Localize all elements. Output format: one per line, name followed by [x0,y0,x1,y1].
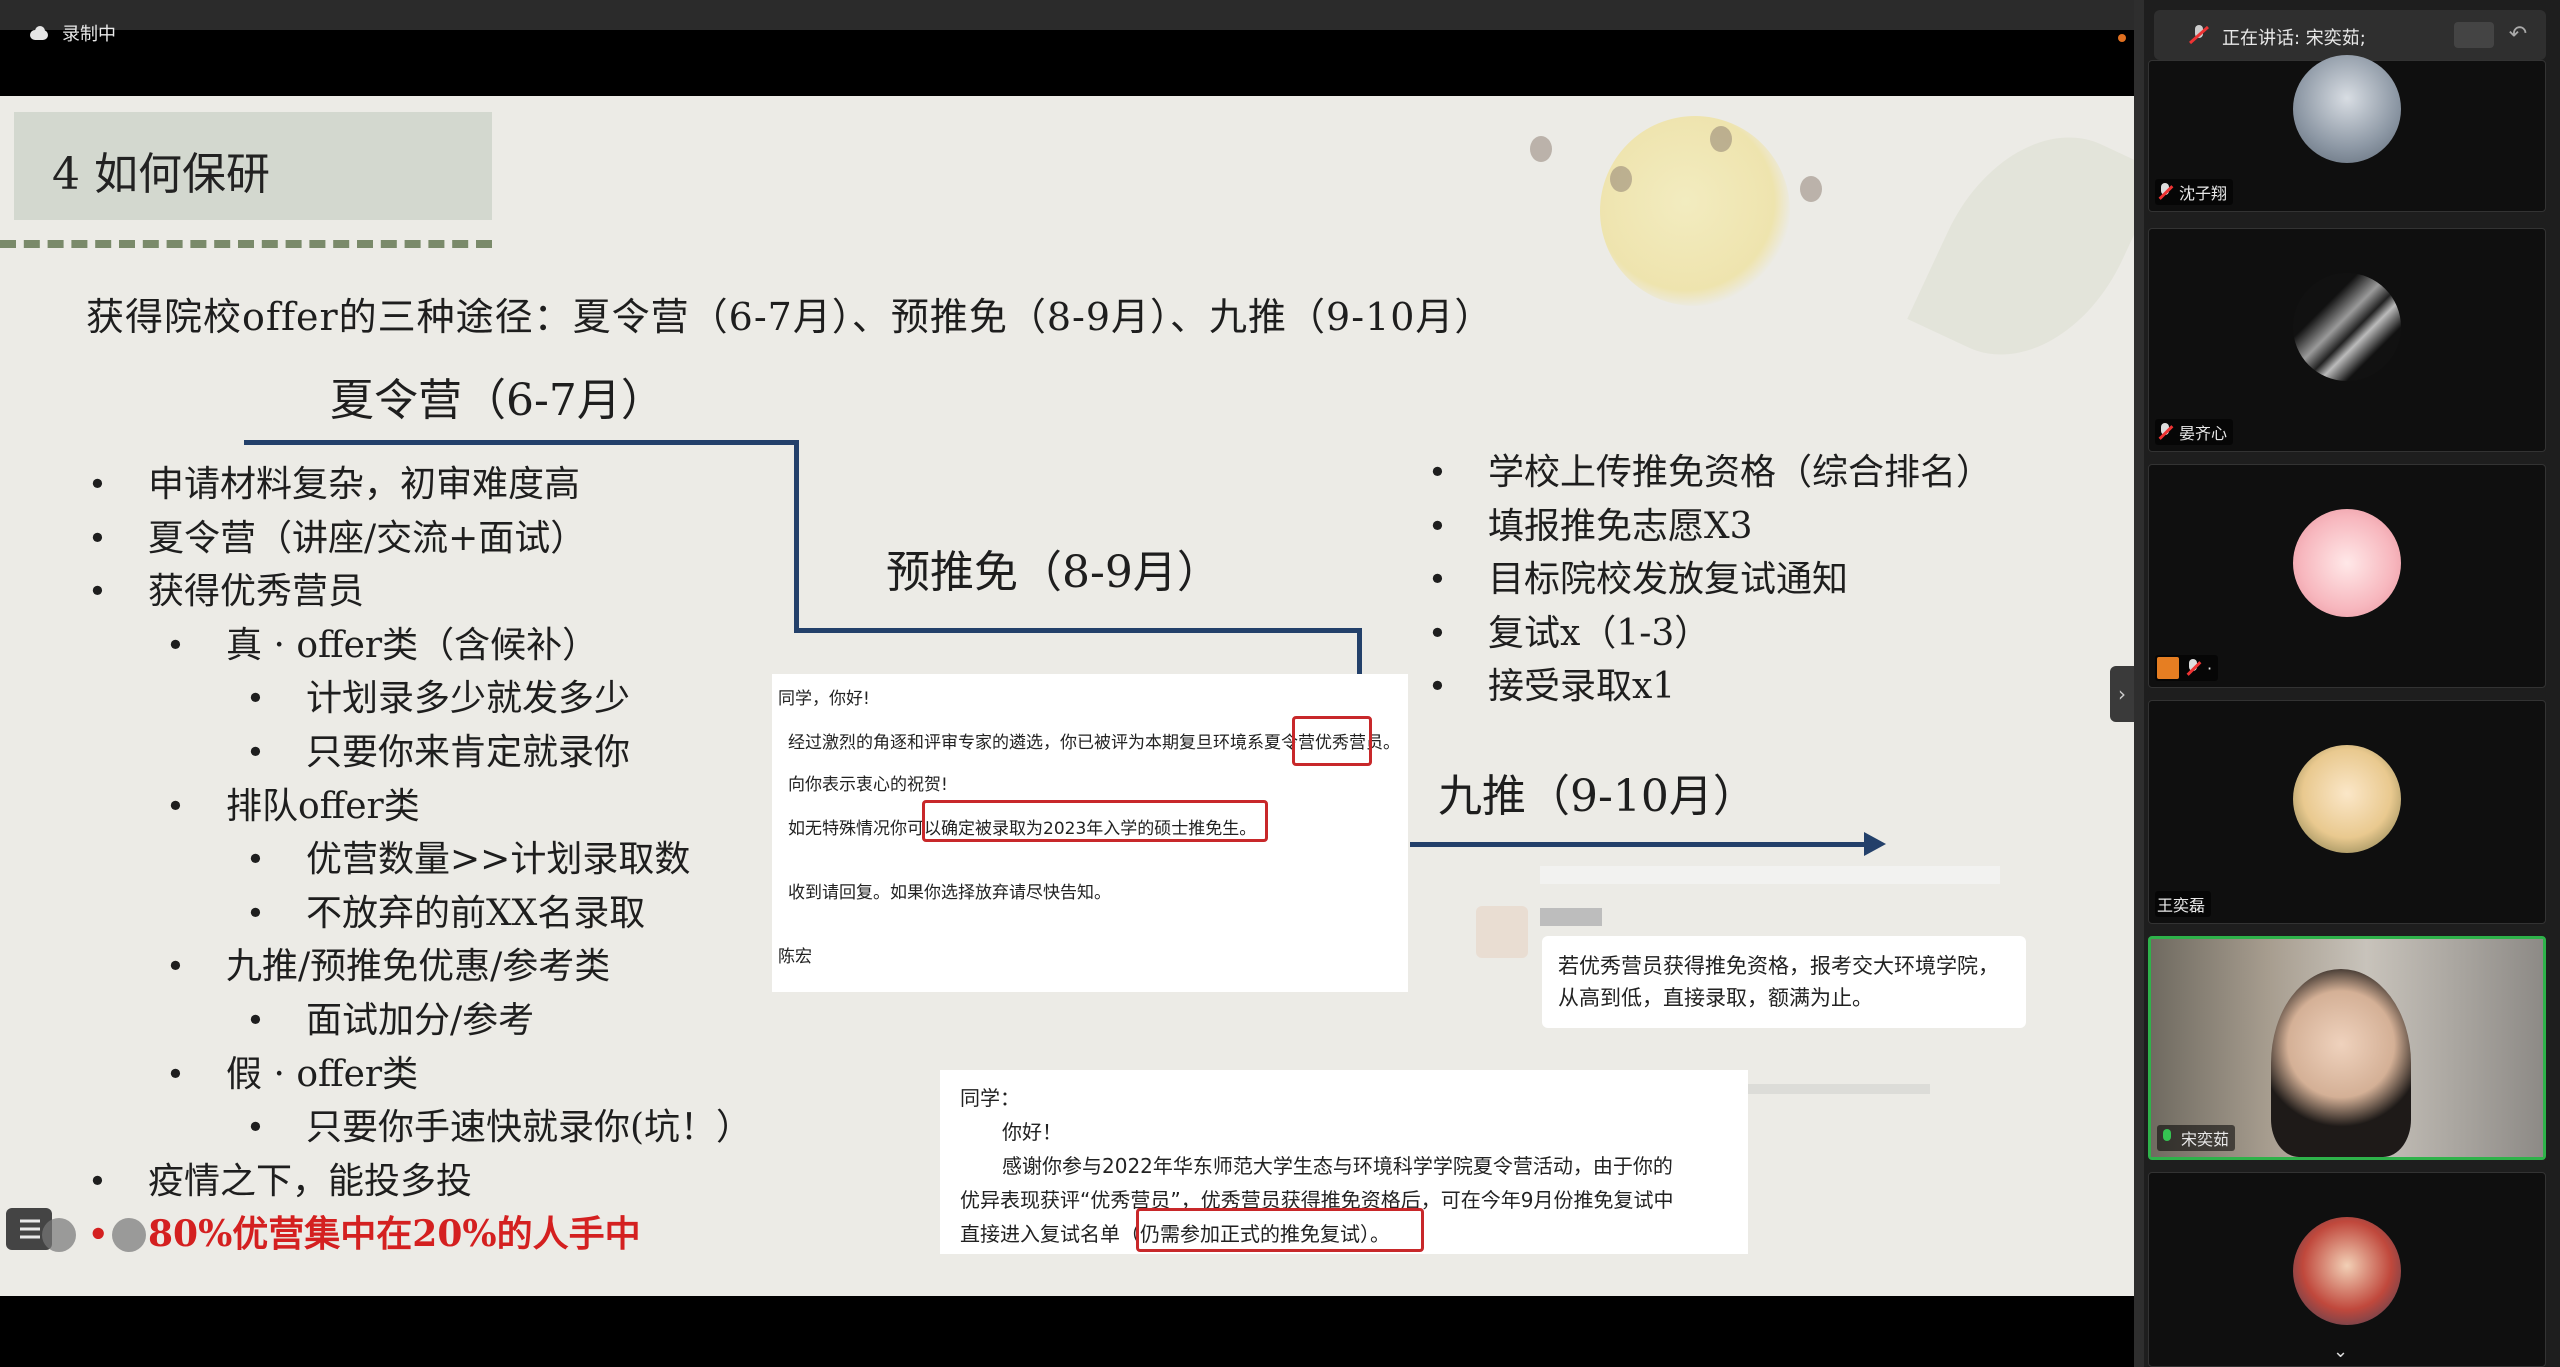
speaking-indicator: 正在讲话: 宋奕茹; ↶ [2154,10,2546,60]
participant-tile[interactable]: 晏齐心 [2148,228,2546,452]
user-icon [2157,657,2179,679]
slide-headline: 获得院校offer的三种途径：夏令营（6-7月）、预推免（8-9月）、九推（9-… [86,295,1494,339]
muted-mic-icon [2185,659,2201,677]
avatar [2293,273,2401,381]
list-item: 获得优秀营员 [88,565,752,619]
pre-exemption-title: 预推免（8-9月） [886,547,1221,598]
participant-tile[interactable]: 王奕磊 [2148,700,2546,924]
participant-name-tag: 宋奕茹 [2157,1125,2236,1151]
highlight-box [1136,1208,1424,1252]
highlight-list-item: 80%优营集中在20%的人手中 [88,1208,752,1262]
list-item: 学校上传推免资格（综合排名） [1428,446,1992,500]
speaking-label: 正在讲话: 宋奕茹; [2222,28,2366,49]
title-dash-divider [0,240,492,248]
participant-tile[interactable]: · [2148,464,2546,688]
muted-mic-icon [2189,25,2209,45]
next-slide-button[interactable] [112,1218,146,1252]
speaker-face [2271,969,2411,1157]
recording-label: 录制中 [62,24,116,45]
avatar [2293,55,2401,163]
nine-exemption-list: 学校上传推免资格（综合排名） 填报推免志愿X3 目标院校发放复试通知 复试x（1… [1428,446,1992,714]
avatar [1476,906,1528,958]
highlight-box [1292,716,1372,766]
highlight-box [922,800,1268,842]
letter-line: 感谢你参与2022年华东师范大学生态与环境科学学院夏令营活动，由于你的 [1002,1154,1673,1178]
clove-decoration [1500,126,1880,206]
prev-slide-button[interactable] [42,1218,76,1252]
avatar [2293,509,2401,617]
list-item: 疫情之下，能投多投 [88,1155,752,1209]
hand-icon[interactable] [2454,22,2494,48]
top-bar: 录制中 [0,0,2134,96]
recording-strip [0,0,2134,30]
letter-line: 收到请回复。如果你选择放弃请尽快告知。 [788,883,1111,903]
summer-camp-title: 夏令营（6-7月） [330,375,665,426]
participant-name-tag: 王奕磊 [2155,891,2212,917]
bottom-bar [0,1296,2134,1367]
avatar [2293,745,2401,853]
list-item: 九推/预推免优惠/参考类 [166,940,752,994]
letter-greeting: 同学，你好! [778,689,870,709]
list-item: 填报推免志愿X3 [1428,500,1992,554]
letter-line: 你好！ [1002,1120,1062,1144]
mic-on-icon [2159,1129,2175,1147]
chat-bubble: 若优秀营员获得推免资格，报考交大环境学院， 从高到低，直接录取，额满为止。 [1542,936,2026,1028]
list-item: 假 · offer类 [166,1048,752,1102]
list-item: 计划录多少就发多少 [246,672,752,726]
offer-letter-ecnu: 同学： 你好！ 感谢你参与2022年华东师范大学生态与环境科学学院夏令营活动，由… [940,1070,1748,1254]
slide-title: 4 如何保研 [52,149,270,200]
recording-indicator[interactable]: 录制中 [28,20,116,46]
step-line-nine [1410,842,1870,847]
list-item: 复试x（1-3） [1428,607,1992,661]
status-dot [2118,34,2126,42]
leaf-decoration [1907,101,2134,391]
muted-mic-icon [2157,183,2173,201]
meeting-window: 录制中 4 如何保研 获得院校offer的三种途径：夏令营（6-7月）、预推免（… [0,0,2560,1367]
letter-greeting: 同学： [960,1086,1020,1110]
step-line-riser-2 [1357,628,1362,678]
reply-icon[interactable]: ↶ [2502,22,2534,48]
cloud-record-icon [28,25,50,41]
list-item: 申请材料复杂，初审难度高 [88,458,752,512]
participant-tile[interactable]: 沈子翔 [2148,55,2546,212]
list-item: 不放弃的前XX名录取 [246,887,752,941]
letter-signature: 陈宏 [778,947,812,967]
participant-tile-active-speaker[interactable]: 宋奕茹 [2148,936,2546,1160]
participant-name-tag: · [2155,655,2219,681]
arrow-head-icon [1864,832,1886,856]
participant-tile[interactable]: ⌄ [2148,1172,2546,1367]
participant-name-tag: 晏齐心 [2155,419,2234,445]
list-item: 夏令营（讲座/交流+面试） [88,512,752,566]
list-item: 排队offer类 [166,780,752,834]
step-line-summer [244,440,798,445]
step-line-riser-1 [794,440,799,632]
muted-mic-icon [2157,423,2173,441]
list-item: 目标院校发放复试通知 [1428,553,1992,607]
nine-exemption-title: 九推（9-10月） [1438,771,1757,822]
collapse-panel-button[interactable]: › [2110,666,2134,722]
step-line-pre [794,628,1362,633]
chevron-down-icon[interactable]: ⌄ [2333,1341,2348,1362]
list-item: 只要你来肯定就录你 [246,726,752,780]
avatar [2293,1217,2401,1325]
list-item: 只要你手速快就录你(坑！） [246,1101,752,1155]
offer-letter-fudan: 同学，你好! 经过激烈的角逐和评审专家的遴选，你已被评为本期复旦环境系夏令营优秀… [772,674,1408,992]
list-item: 面试加分/参考 [246,994,752,1048]
list-item: 接受录取x1 [1428,660,1992,714]
summer-camp-list: 申请材料复杂，初审难度高 夏令营（讲座/交流+面试） 获得优秀营员 真 · of… [88,458,752,1262]
participant-name-tag: 沈子翔 [2155,179,2234,205]
shared-slide: 4 如何保研 获得院校offer的三种途径：夏令营（6-7月）、预推免（8-9月… [0,96,2134,1296]
letter-line: 向你表示衷心的祝贺! [788,775,948,795]
list-item: 真 · offer类（含候补） [166,619,752,673]
list-item: 优营数量>>计划录取数 [246,833,752,887]
